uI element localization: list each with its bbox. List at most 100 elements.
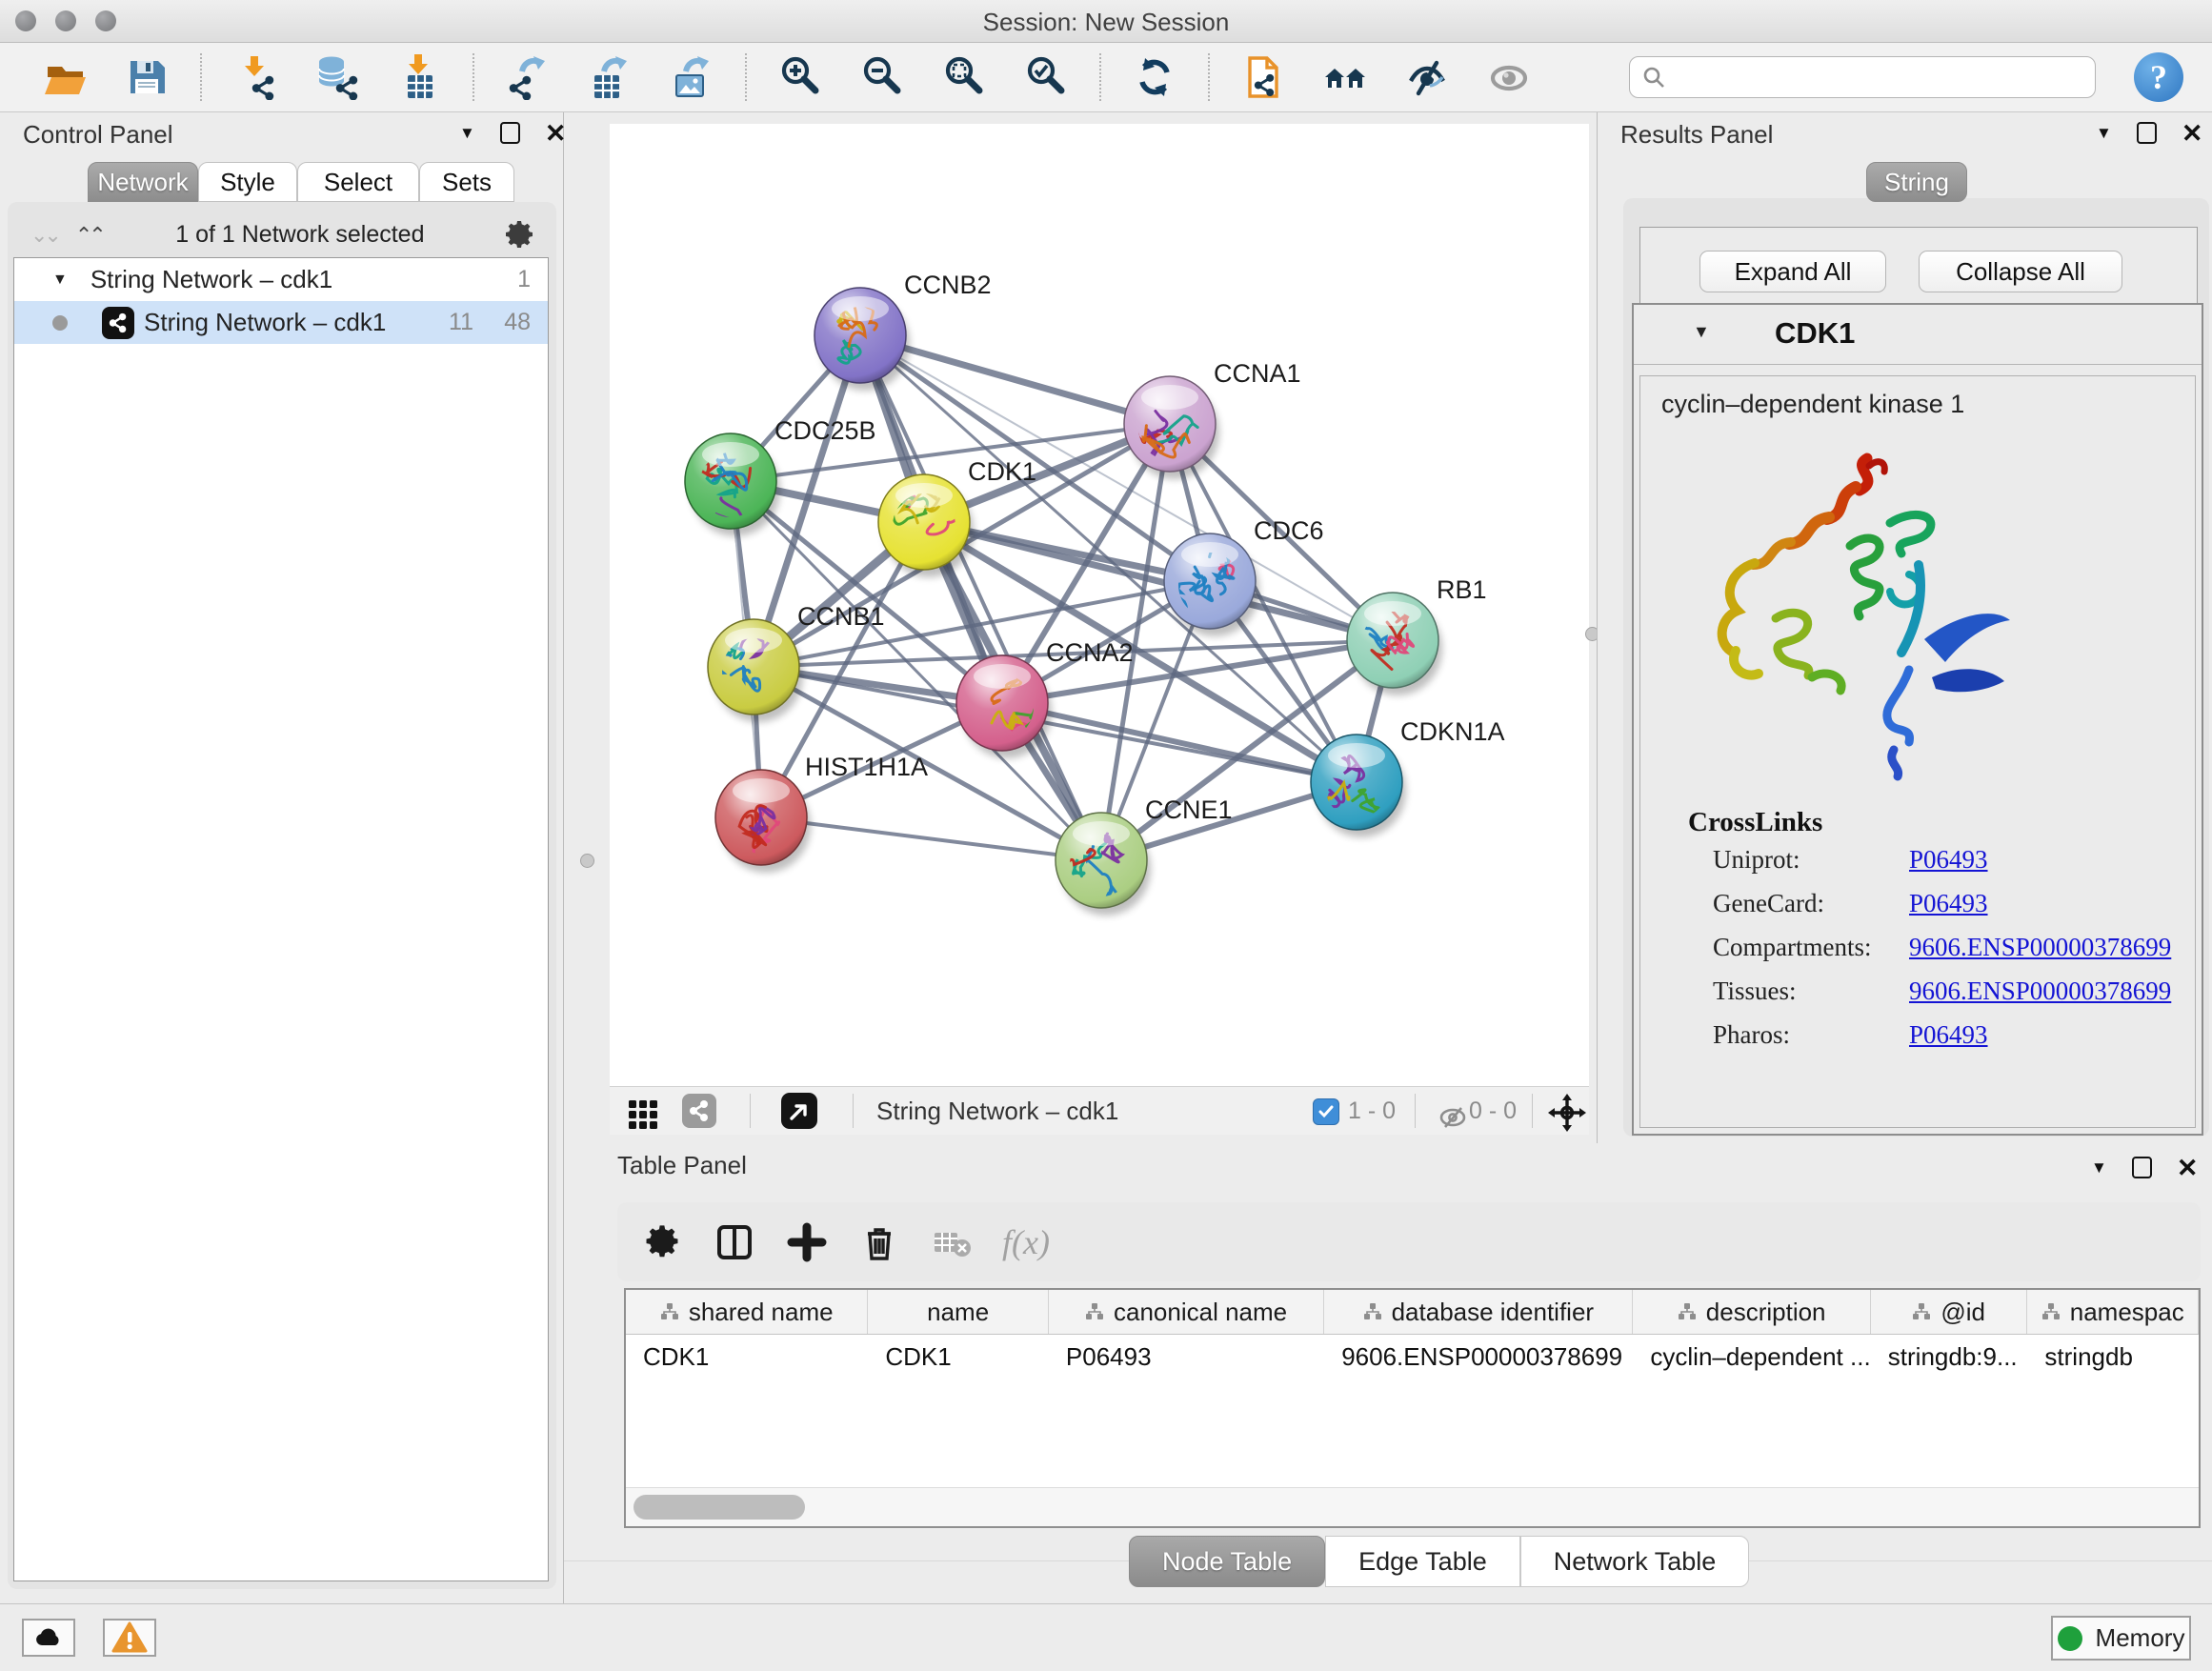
import-network-from-database-icon[interactable] <box>309 52 366 102</box>
table-row[interactable]: CDK1CDK1P064939606.ENSP00000378699cyclin… <box>626 1335 2199 1379</box>
tab-sets[interactable]: Sets <box>419 162 514 202</box>
column-header-name[interactable]: name <box>868 1290 1049 1334</box>
crosslink-link[interactable]: P06493 <box>1909 845 1988 875</box>
fit-selected-crosshair-icon[interactable] <box>1545 1091 1589 1135</box>
first-neighbors-icon[interactable] <box>1317 52 1374 102</box>
birdseye-grid-icon[interactable] <box>621 1091 665 1135</box>
collapse-all-button[interactable]: Collapse All <box>1919 251 2122 292</box>
tab-select[interactable]: Select <box>297 162 419 202</box>
table-cell[interactable]: CDK1 <box>868 1335 1049 1379</box>
column-header-database-identifier[interactable]: database identifier <box>1324 1290 1633 1334</box>
panel-menu-icon[interactable]: ▼ <box>2096 124 2112 143</box>
left-splitter-handle[interactable] <box>580 854 594 868</box>
network-collection-row[interactable]: ▼ String Network – cdk1 1 <box>14 258 548 301</box>
search-box[interactable] <box>1629 56 2096 98</box>
panel-close-icon[interactable]: ✕ <box>2177 1158 2199 1178</box>
create-column-plus-icon[interactable] <box>785 1220 829 1264</box>
import-table-from-file-icon[interactable] <box>391 52 448 102</box>
collapse-all-networks-icon[interactable]: ⌃⌃ <box>75 223 103 248</box>
scrollbar-thumb[interactable] <box>633 1495 805 1520</box>
show-all-icon[interactable] <box>1480 52 1538 102</box>
table-panel: Table Panel ▼ ✕ f(x) <box>564 1143 2212 1603</box>
zoom-fit-content-icon[interactable] <box>935 52 993 102</box>
import-network-from-file-icon[interactable] <box>227 52 284 102</box>
panel-float-icon[interactable] <box>500 122 520 144</box>
tab-node-table[interactable]: Node Table <box>1129 1536 1325 1587</box>
memory-button[interactable]: Memory <box>2051 1616 2191 1661</box>
network-canvas[interactable]: CCNB2CCNA1CDC25BCDK1CDC6RB1CCNB1CCNA2CDK… <box>610 124 1589 1086</box>
control-panel: Control Panel ▼ ✕ NetworkStyleSelectSets… <box>0 112 564 1603</box>
collapse-entry-icon[interactable]: ▼ <box>1693 322 1710 342</box>
expand-all-button[interactable]: Expand All <box>1699 251 1886 292</box>
expand-all-networks-icon[interactable]: ⌄⌄ <box>30 223 58 248</box>
network-node-rb1[interactable] <box>1347 593 1442 695</box>
help-button[interactable]: ? <box>2134 52 2183 102</box>
tab-string[interactable]: String <box>1866 162 1967 202</box>
delete-columns-trash-icon[interactable] <box>857 1220 901 1264</box>
export-image-icon[interactable] <box>663 52 720 102</box>
crosslink-link[interactable]: P06493 <box>1909 1020 1988 1050</box>
tab-network-table[interactable]: Network Table <box>1520 1536 1750 1587</box>
panel-menu-icon[interactable]: ▼ <box>459 124 475 143</box>
panel-float-icon[interactable] <box>2132 1157 2152 1178</box>
cdk1-entry-header[interactable]: ▼ CDK1 <box>1634 305 2202 365</box>
network-node-cdkn1a[interactable] <box>1307 735 1406 837</box>
warning-status-button[interactable] <box>103 1619 156 1657</box>
open-in-new-window-icon[interactable] <box>781 1093 817 1129</box>
crosslink-link[interactable]: 9606.ENSP00000378699 <box>1909 933 2171 962</box>
new-network-from-selection-icon[interactable] <box>1235 52 1292 102</box>
crosslink-link[interactable]: P06493 <box>1909 889 1988 918</box>
zoom-out-icon[interactable] <box>854 52 911 102</box>
tab-edge-table[interactable]: Edge Table <box>1325 1536 1520 1587</box>
network-node-ccne1[interactable] <box>1039 813 1151 916</box>
column-header-description[interactable]: description <box>1633 1290 1870 1334</box>
network-edge[interactable] <box>761 817 1101 860</box>
export-table-icon[interactable] <box>581 52 638 102</box>
crosslink-link[interactable]: 9606.ENSP00000378699 <box>1909 976 2171 1006</box>
column-header-shared-name[interactable]: shared name <box>626 1290 868 1334</box>
zoom-in-icon[interactable] <box>772 52 829 102</box>
search-input[interactable] <box>1666 63 2070 91</box>
control-panel-header: Control Panel ▼ ✕ <box>0 112 563 152</box>
column-header-canonical-name[interactable]: canonical name <box>1049 1290 1324 1334</box>
apply-preferred-layout-icon[interactable] <box>1126 52 1183 102</box>
network-node-ccna1[interactable] <box>1124 376 1219 479</box>
open-session-icon[interactable] <box>36 52 93 102</box>
table-cell[interactable]: stringdb:9... <box>1871 1335 2028 1379</box>
table-cell[interactable]: P06493 <box>1049 1335 1324 1379</box>
node-table: shared namenamecanonical namedatabase id… <box>624 1288 2201 1528</box>
network-node-cdc6[interactable] <box>1160 534 1259 636</box>
save-session-icon[interactable] <box>118 52 175 102</box>
network-options-gear-icon[interactable] <box>497 213 541 257</box>
show-columns-icon[interactable] <box>713 1220 756 1264</box>
network-node-hist1h1a[interactable] <box>715 770 811 890</box>
panel-close-icon[interactable]: ✕ <box>545 124 567 143</box>
column-type-icon <box>1363 1302 1382 1321</box>
table-horizontal-scrollbar[interactable] <box>626 1487 2199 1526</box>
memory-label: Memory <box>2096 1623 2185 1653</box>
hide-selected-icon[interactable] <box>1398 52 1456 102</box>
column-header-@id[interactable]: @id <box>1871 1290 2028 1334</box>
network-row[interactable]: String Network – cdk1 11 48 <box>14 301 548 344</box>
table-cell[interactable]: 9606.ENSP00000378699 <box>1324 1335 1633 1379</box>
network-node-cdc25b[interactable] <box>685 433 780 536</box>
panel-float-icon[interactable] <box>2137 122 2157 144</box>
table-options-gear-icon[interactable] <box>640 1220 684 1264</box>
network-node-cdk1[interactable] <box>878 455 974 577</box>
zoom-selected-icon[interactable] <box>1017 52 1075 102</box>
crosslinks-title: CrossLinks <box>1688 807 1822 838</box>
tab-network[interactable]: Network <box>88 162 198 202</box>
expander-icon[interactable]: ▼ <box>52 272 68 289</box>
table-cell[interactable]: CDK1 <box>626 1335 868 1379</box>
selected-nodes-checkbox[interactable] <box>1313 1098 1339 1125</box>
network-node-ccna2[interactable] <box>956 655 1061 758</box>
cloud-status-button[interactable] <box>22 1619 75 1657</box>
column-header-namespac[interactable]: namespac <box>2027 1290 2199 1334</box>
table-cell[interactable]: cyclin–dependent ... <box>1633 1335 1870 1379</box>
panel-close-icon[interactable]: ✕ <box>2182 124 2203 143</box>
network-node-ccnb2[interactable] <box>814 252 910 391</box>
export-network-icon[interactable] <box>499 52 556 102</box>
table-cell[interactable]: stringdb <box>2027 1335 2199 1379</box>
panel-menu-icon[interactable]: ▼ <box>2091 1158 2107 1178</box>
tab-style[interactable]: Style <box>198 162 297 202</box>
